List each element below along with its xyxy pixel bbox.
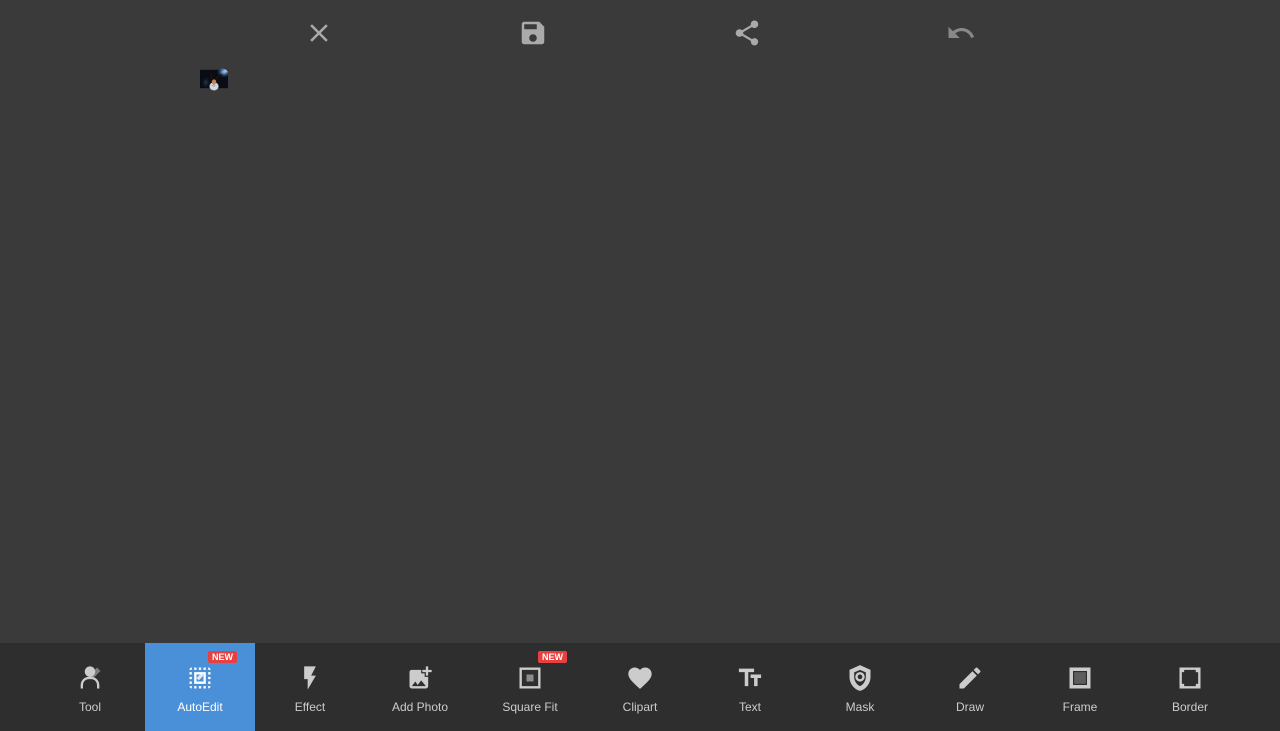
frame-icon bbox=[1062, 660, 1098, 696]
mask-svg-icon bbox=[846, 664, 874, 692]
border-svg-icon bbox=[1176, 664, 1204, 692]
tool-item-frame[interactable]: Frame bbox=[1025, 643, 1135, 731]
border-icon bbox=[1172, 660, 1208, 696]
tool-item-mask[interactable]: Mask bbox=[805, 643, 915, 731]
photo-canvas bbox=[200, 65, 228, 93]
text-label: Text bbox=[739, 700, 761, 714]
tool-item-effect[interactable]: Effect bbox=[255, 643, 365, 731]
tool-item-autoedit[interactable]: NEW AutoEdit bbox=[145, 643, 255, 731]
square-fit-icon bbox=[512, 660, 548, 696]
square-fit-svg-icon bbox=[516, 664, 544, 692]
save-button[interactable] bbox=[511, 11, 555, 55]
tool-item-border[interactable]: Border bbox=[1135, 643, 1245, 731]
square-fit-label: Square Fit bbox=[502, 700, 557, 714]
tool-item-square-fit[interactable]: NEW Square Fit bbox=[475, 643, 585, 731]
draw-svg-icon bbox=[956, 664, 984, 692]
tool-item-clipart[interactable]: Clipart bbox=[585, 643, 695, 731]
add-photo-icon bbox=[402, 660, 438, 696]
effect-icon bbox=[292, 660, 328, 696]
frame-svg-icon bbox=[1066, 664, 1094, 692]
top-toolbar bbox=[0, 0, 1280, 65]
undo-button[interactable] bbox=[939, 11, 983, 55]
add-photo-svg-icon bbox=[406, 664, 434, 692]
text-icon bbox=[732, 660, 768, 696]
share-button[interactable] bbox=[725, 11, 769, 55]
effect-label: Effect bbox=[295, 700, 325, 714]
canvas-area bbox=[0, 65, 1280, 643]
mask-icon bbox=[842, 660, 878, 696]
autoedit-icon bbox=[182, 660, 218, 696]
mask-label: Mask bbox=[846, 700, 875, 714]
tool-svg-icon bbox=[76, 664, 104, 692]
close-button[interactable] bbox=[297, 11, 341, 55]
tool-label: Tool bbox=[79, 700, 101, 714]
draw-label: Draw bbox=[956, 700, 984, 714]
autoedit-svg-icon bbox=[186, 664, 214, 692]
tool-item-tool[interactable]: Tool bbox=[35, 643, 145, 731]
clipart-svg-icon bbox=[626, 664, 654, 692]
tool-list: Tool NEW AutoEdit Effect bbox=[35, 643, 1245, 731]
tool-icon bbox=[72, 660, 108, 696]
border-label: Border bbox=[1172, 700, 1208, 714]
text-svg-icon bbox=[736, 664, 764, 692]
autoedit-label: AutoEdit bbox=[177, 700, 222, 714]
clipart-icon bbox=[622, 660, 658, 696]
draw-icon bbox=[952, 660, 988, 696]
autoedit-new-badge: NEW bbox=[208, 651, 237, 663]
tool-item-text[interactable]: Text bbox=[695, 643, 805, 731]
bottom-toolbar: Tool NEW AutoEdit Effect bbox=[0, 643, 1280, 731]
undo-icon bbox=[946, 18, 976, 48]
share-icon bbox=[732, 18, 762, 48]
tool-item-add-photo[interactable]: Add Photo bbox=[365, 643, 475, 731]
frame-label: Frame bbox=[1063, 700, 1098, 714]
square-fit-new-badge: NEW bbox=[538, 651, 567, 663]
photo-container bbox=[200, 65, 1080, 643]
close-icon bbox=[304, 18, 334, 48]
clipart-label: Clipart bbox=[623, 700, 658, 714]
add-photo-label: Add Photo bbox=[392, 700, 448, 714]
tool-item-draw[interactable]: Draw bbox=[915, 643, 1025, 731]
save-icon bbox=[518, 18, 548, 48]
effect-svg-icon bbox=[296, 664, 324, 692]
